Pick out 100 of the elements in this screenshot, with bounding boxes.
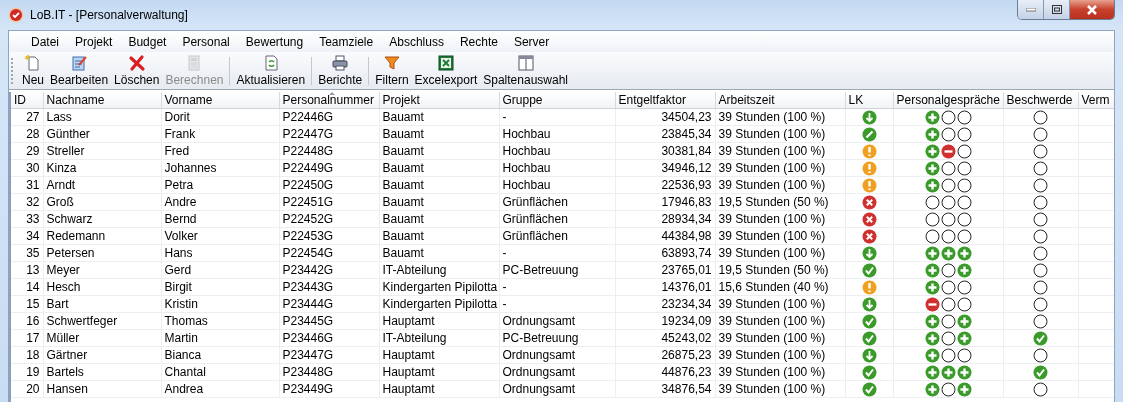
column-header[interactable]: Entgeltfaktor: [615, 92, 715, 109]
table-cell: 14376,01: [615, 278, 715, 296]
toolbar-button[interactable]: Excelexport: [411, 54, 481, 87]
table-cell: 39 Stunden (100 %): [715, 244, 845, 262]
menu-item[interactable]: Teamziele: [311, 34, 382, 49]
column-header[interactable]: Personalnummer: [279, 92, 379, 109]
table-cell: Kristin: [161, 295, 279, 313]
table-cell: 30381,84: [615, 142, 715, 160]
table-cell: -: [499, 278, 615, 296]
table-cell: Hochbau: [499, 125, 615, 143]
table-cell: 34: [11, 227, 43, 245]
column-header[interactable]: Gruppe: [499, 92, 615, 109]
table-cell: IT-Abteilung: [379, 329, 499, 347]
table-cell: -: [499, 295, 615, 313]
table-cell: P23446G: [279, 329, 379, 347]
table-cell: 30: [11, 159, 43, 177]
menu-item[interactable]: Projekt: [67, 34, 121, 49]
table-cell: 31: [11, 176, 43, 194]
menu-item[interactable]: Bewertung: [237, 34, 312, 49]
table-cell: 39 Stunden (100 %): [715, 363, 845, 381]
table-cell: 35: [11, 244, 43, 262]
table-cell: 23765,01: [615, 261, 715, 279]
column-header[interactable]: Projekt: [379, 92, 499, 109]
table-cell: 19: [11, 363, 43, 381]
toolbar-button[interactable]: Bearbeiten: [47, 54, 112, 87]
table-cell: 23845,34: [615, 125, 715, 143]
menu-item[interactable]: Rechte: [451, 34, 506, 49]
table-cell: Andrea: [161, 380, 279, 398]
table-cell: Grünflächen: [499, 210, 615, 228]
table-cell: 39 Stunden (100 %): [715, 329, 845, 347]
table-cell: Hauptamt: [379, 312, 499, 330]
menu-item[interactable]: Personal: [174, 34, 238, 49]
table-cell: Grünflächen: [499, 193, 615, 211]
table-cell: Bernd: [161, 210, 279, 228]
table-cell: 45243,02: [615, 329, 715, 347]
column-header[interactable]: Verm: [1078, 92, 1114, 109]
table-cell: Birgit: [161, 278, 279, 296]
table-cell: Ordnungsamt: [499, 312, 615, 330]
table-cell: Bauamt: [379, 210, 499, 228]
menu-item[interactable]: Server: [505, 34, 558, 49]
toolbar-button[interactable]: Neu: [19, 54, 47, 87]
table-cell: P22453G: [279, 227, 379, 245]
table-cell: Kindergarten Pipilotta: [379, 295, 499, 313]
table-cell: Hauptamt: [379, 363, 499, 381]
table-cell: Bauamt: [379, 176, 499, 194]
column-header[interactable]: Vorname: [161, 92, 279, 109]
table-cell: P22448G: [279, 142, 379, 160]
table-cell: P23444G: [279, 295, 379, 313]
new-document-icon: [24, 54, 42, 72]
table-cell: 39 Stunden (100 %): [715, 210, 845, 228]
toolbar-button[interactable]: Filtern: [372, 54, 412, 87]
table-cell: Groß: [43, 193, 161, 211]
table-cell: PC-Betreuung: [499, 261, 615, 279]
window-title: LoB.IT - [Personalverwaltung]: [30, 8, 188, 22]
table-cell: 39 Stunden (100 %): [715, 142, 845, 160]
table-cell: Gerd: [161, 261, 279, 279]
table-cell: P22450G: [279, 176, 379, 194]
table-cell: Arndt: [43, 176, 161, 194]
table-cell: Ordnungsamt: [499, 363, 615, 381]
table-cell: Volker: [161, 227, 279, 245]
table-cell: 32: [11, 193, 43, 211]
menu-item[interactable]: Budget: [120, 34, 175, 49]
table-cell: Bianca: [161, 346, 279, 364]
column-header[interactable]: Personalgespräche: [893, 92, 1003, 109]
table-cell: Bauamt: [379, 159, 499, 177]
table-cell: Hans: [161, 244, 279, 262]
column-header[interactable]: ID: [11, 92, 43, 109]
table-cell: Müller: [43, 329, 161, 347]
table-cell: Hauptamt: [379, 380, 499, 398]
table-cell: Kindergarten Pipilotta: [379, 278, 499, 296]
table-cell: 20: [11, 380, 43, 398]
sort-icon: [329, 92, 335, 95]
close-button[interactable]: [1070, 0, 1114, 19]
table-cell: Dorit: [161, 108, 279, 126]
column-header[interactable]: Arbeitszeit: [715, 92, 845, 109]
table-cell: P22451G: [279, 193, 379, 211]
table-cell: 39 Stunden (100 %): [715, 312, 845, 330]
toolbar-button[interactable]: Löschen: [111, 54, 163, 87]
table-cell: 44876,23: [615, 363, 715, 381]
column-header[interactable]: Nachname: [43, 92, 161, 109]
maximize-button[interactable]: [1044, 0, 1070, 19]
toolbar-button[interactable]: Spaltenauswahl: [480, 54, 571, 87]
table-cell: Johannes: [161, 159, 279, 177]
table-cell: Hochbau: [499, 176, 615, 194]
table-cell: Bauamt: [379, 108, 499, 126]
delete-icon: [127, 54, 146, 72]
toolbar-button[interactable]: Aktualisieren: [233, 54, 309, 87]
table-cell: Petra: [161, 176, 279, 194]
table-cell: 44384,98: [615, 227, 715, 245]
toolbar-button[interactable]: Berichte: [315, 54, 366, 87]
table-cell: 17946,83: [615, 193, 715, 211]
column-header[interactable]: LK: [845, 92, 893, 109]
menu-item[interactable]: Abschluss: [381, 34, 452, 49]
minimize-icon: [1025, 7, 1036, 12]
column-header[interactable]: Beschwerde: [1003, 92, 1078, 109]
table-cell: Fred: [161, 142, 279, 160]
table-cell: 39 Stunden (100 %): [715, 108, 845, 126]
table-cell: 22536,93: [615, 176, 715, 194]
table-cell: 26875,23: [615, 346, 715, 364]
menu-item[interactable]: Datei: [23, 34, 67, 49]
